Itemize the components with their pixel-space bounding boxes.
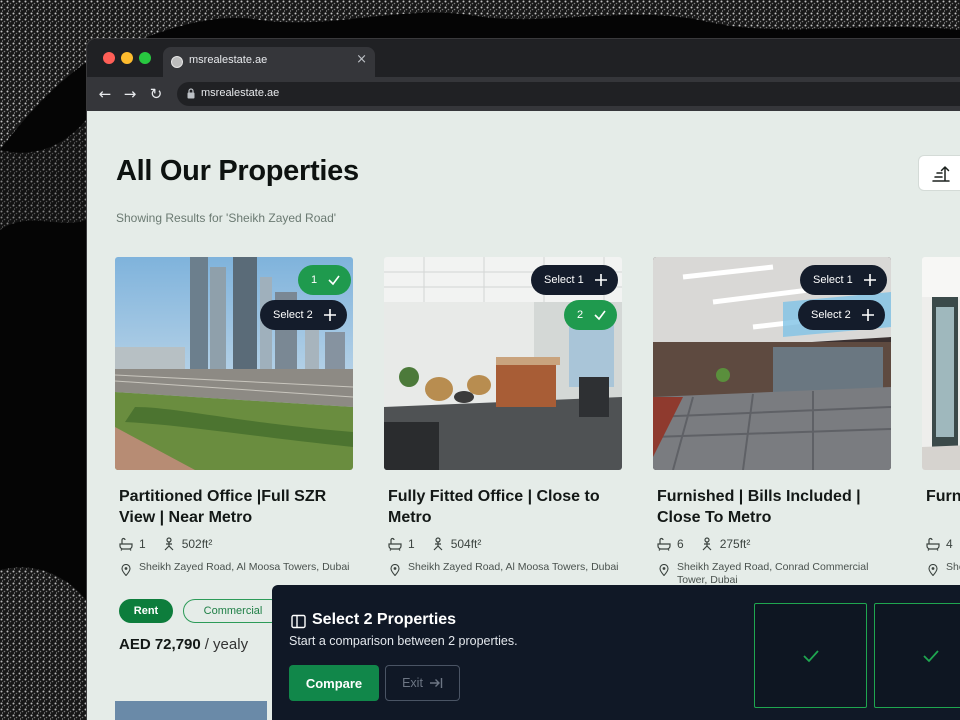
compare-panel: Select 2 Properties Start a comparison b…	[272, 585, 960, 720]
area-value: 275ft²	[719, 537, 751, 551]
property-price: AED 72,790/ yealy	[119, 636, 248, 653]
area-icon	[164, 537, 174, 551]
selected-order-number: 1	[311, 274, 318, 286]
address-text: Sheikh Zayed Road, Al Moosa Towers, Duba…	[139, 561, 350, 573]
property-card[interactable]: Furn Clos 4 She Ho	[922, 257, 960, 637]
property-title[interactable]: Fully Fitted Office | Close to Metro	[388, 486, 620, 528]
plus-icon	[323, 309, 336, 321]
property-features: 6 275ft²	[657, 537, 750, 551]
compare-slot[interactable]	[754, 603, 867, 708]
compare-button[interactable]: Compare	[289, 665, 379, 701]
property-address: Sheikh Zayed Road, Conrad Commercial Tow…	[657, 561, 889, 587]
plus-icon	[863, 274, 876, 286]
select-button-label: Select 2	[273, 309, 313, 321]
tab-close-icon[interactable]: ×	[356, 52, 367, 67]
property-address: She Ho	[926, 561, 960, 576]
exit-arrow-icon	[429, 678, 443, 688]
lock-icon	[187, 88, 195, 99]
property-title[interactable]: Partitioned Office |Full SZR View | Near…	[119, 486, 351, 528]
address-text: She Ho	[946, 561, 960, 573]
location-pin-icon	[928, 564, 938, 576]
compare-title: Select 2 Properties	[312, 611, 457, 628]
address-text: Sheikh Zayed Road, Al Moosa Towers, Duba…	[408, 561, 619, 573]
address-text: Sheikh Zayed Road, Conrad Commercial Tow…	[677, 561, 869, 586]
forward-icon[interactable]: →	[120, 84, 140, 104]
browser-toolbar: ← → ↻ msrealestate.ae	[87, 77, 960, 111]
sort-button[interactable]	[918, 155, 960, 191]
plus-icon	[861, 309, 874, 321]
page-title: All Our Properties	[116, 155, 359, 187]
price-period: / yealy	[204, 636, 249, 653]
minimize-window-button[interactable]	[121, 52, 133, 64]
bathtub-icon	[926, 537, 940, 551]
browser-tab[interactable]: msrealestate.ae ×	[163, 47, 375, 77]
exit-label: Exit	[402, 676, 423, 690]
area-icon	[433, 537, 443, 551]
reload-icon[interactable]: ↻	[146, 84, 166, 104]
results-summary: Showing Results for 'Sheikh Zayed Road'	[116, 211, 337, 225]
select-button[interactable]: Select 1	[800, 265, 887, 295]
bathtub-icon	[388, 537, 402, 551]
plus-icon	[594, 274, 607, 286]
select-button[interactable]: Select 2	[798, 300, 885, 330]
location-pin-icon	[390, 564, 400, 576]
select-button-label: Select 2	[811, 309, 851, 321]
bath-count: 4	[946, 537, 953, 551]
property-title[interactable]: Furnished | Bills Included | Close To Me…	[657, 486, 889, 528]
property-image[interactable]	[922, 257, 960, 470]
selected-badge[interactable]: 2	[564, 300, 618, 330]
address-bar[interactable]: msrealestate.ae	[177, 82, 960, 106]
tab-title: msrealestate.ae	[189, 54, 268, 66]
bathtub-icon	[657, 537, 671, 551]
commercial-tag: Commercial	[183, 599, 283, 623]
rent-tag: Rent	[119, 599, 173, 623]
area-value: 502ft²	[181, 537, 213, 551]
selected-order-number: 2	[577, 309, 584, 321]
select-button-label: Select 1	[544, 274, 584, 286]
selected-badge[interactable]: 1	[298, 265, 352, 295]
url-text: msrealestate.ae	[201, 87, 280, 99]
location-pin-icon	[121, 564, 131, 576]
price-amount: AED 72,790	[119, 636, 201, 653]
page-content: All Our Properties Showing Results for '…	[87, 111, 960, 720]
tab-bar: msrealestate.ae ×	[87, 39, 960, 77]
bath-count: 1	[139, 537, 146, 551]
favicon-icon	[171, 56, 183, 68]
check-icon	[922, 649, 939, 662]
check-icon	[594, 310, 606, 321]
columns-icon	[291, 614, 306, 629]
check-icon	[802, 649, 819, 662]
browser-window: msrealestate.ae × ← → ↻ msrealestate.ae …	[86, 38, 960, 720]
property-address: Sheikh Zayed Road, Al Moosa Towers, Duba…	[388, 561, 620, 576]
property-features: 1 502ft²	[119, 537, 212, 551]
property-address: Sheikh Zayed Road, Al Moosa Towers, Duba…	[119, 561, 351, 576]
check-icon	[328, 275, 340, 286]
bath-count: 6	[677, 537, 684, 551]
back-icon[interactable]: ←	[95, 84, 115, 104]
property-title[interactable]: Furn Clos	[926, 486, 960, 507]
property-features: 4	[926, 537, 953, 551]
bath-count: 1	[408, 537, 415, 551]
select-button[interactable]: Select 2	[260, 300, 347, 330]
sort-icon	[932, 165, 950, 182]
location-pin-icon	[659, 564, 669, 576]
area-icon	[702, 537, 712, 551]
maximize-window-button[interactable]	[139, 52, 151, 64]
compare-slot[interactable]	[874, 603, 960, 708]
area-value: 504ft²	[450, 537, 482, 551]
select-button-label: Select 1	[813, 274, 853, 286]
close-window-button[interactable]	[103, 52, 115, 64]
compare-subtitle: Start a comparison between 2 properties.	[289, 634, 518, 648]
select-button[interactable]: Select 1	[531, 265, 618, 295]
exit-button[interactable]: Exit	[385, 665, 460, 701]
bathtub-icon	[119, 537, 133, 551]
property-features: 1 504ft²	[388, 537, 481, 551]
property-image[interactable]	[115, 701, 267, 720]
